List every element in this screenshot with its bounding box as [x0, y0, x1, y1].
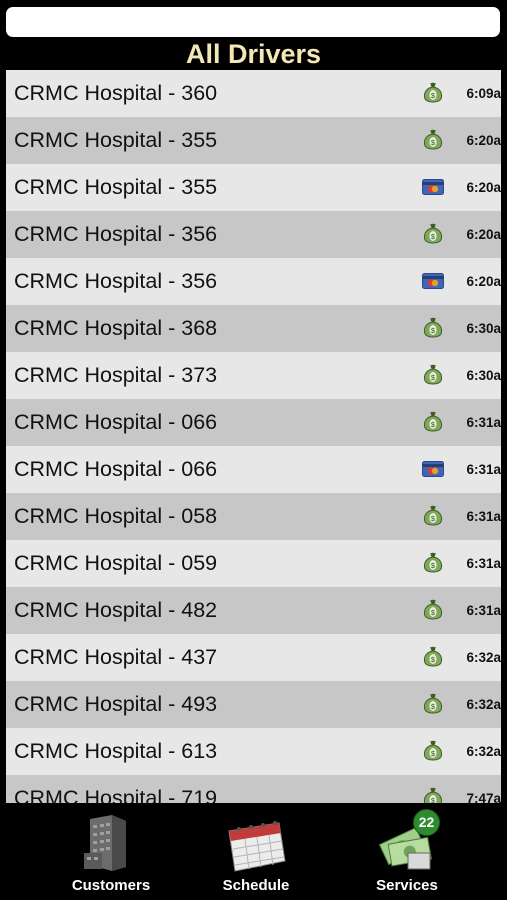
- list-item-time: 6:09a: [466, 86, 501, 101]
- tab-services-label: Services: [376, 877, 438, 894]
- svg-text:$: $: [431, 375, 435, 382]
- money-bag-icon: $: [422, 644, 444, 668]
- buildings-icon: [82, 813, 134, 878]
- money-bag-icon: $: [422, 785, 444, 803]
- list-item[interactable]: CRMC Hospital - 613 $6:32a: [6, 728, 501, 775]
- money-bag-icon: $: [422, 221, 444, 245]
- list-item[interactable]: CRMC Hospital - 719 $7:47a: [6, 775, 501, 803]
- list-item-label: CRMC Hospital - 356: [14, 222, 218, 246]
- credit-card-icon: [422, 461, 444, 485]
- drivers-list[interactable]: CRMC Hospital - 360 $6:09a CRMC Hospital -…: [6, 70, 501, 803]
- list-item-label: CRMC Hospital - 437: [14, 645, 218, 669]
- tab-bar: Customers Schedule 22 Services: [0, 803, 507, 900]
- money-bag-icon: $: [422, 503, 444, 527]
- tab-customers[interactable]: Customers: [52, 803, 170, 900]
- money-bag-icon: $: [422, 550, 444, 574]
- credit-card-icon: [422, 179, 444, 203]
- list-item-time: 6:20a: [466, 180, 501, 195]
- tab-schedule[interactable]: Schedule: [197, 803, 315, 900]
- money-bag-icon: $: [422, 691, 444, 715]
- list-item-time: 6:32a: [466, 697, 501, 712]
- list-item-time: 6:31a: [466, 509, 501, 524]
- svg-text:$: $: [431, 140, 435, 147]
- list-item-label: CRMC Hospital - 373: [14, 363, 218, 387]
- tab-customers-label: Customers: [71, 877, 151, 894]
- money-bag-icon: $: [422, 409, 444, 433]
- list-item-label: CRMC Hospital - 059: [14, 551, 218, 575]
- list-item[interactable]: CRMC Hospital - 493 $6:32a: [6, 681, 501, 728]
- list-item-time: 6:32a: [466, 650, 501, 665]
- list-item-label: CRMC Hospital - 058: [14, 504, 218, 528]
- svg-text:$: $: [431, 751, 435, 758]
- list-item[interactable]: CRMC Hospital - 355 $6:20a: [6, 117, 501, 164]
- list-item-label: CRMC Hospital - 613: [14, 739, 218, 763]
- list-item[interactable]: CRMC Hospital - 360 $6:09a: [6, 70, 501, 117]
- svg-text:$: $: [431, 328, 435, 335]
- list-item-label: CRMC Hospital - 066: [14, 410, 218, 434]
- list-item-label: CRMC Hospital - 355: [14, 128, 218, 152]
- money-bag-icon: $: [422, 127, 444, 151]
- list-item[interactable]: CRMC Hospital - 066 $6:31a: [6, 399, 501, 446]
- list-item-label: CRMC Hospital - 368: [14, 316, 218, 340]
- list-item-label: CRMC Hospital - 719: [14, 786, 218, 803]
- list-item[interactable]: CRMC Hospital - 058 $6:31a: [6, 493, 501, 540]
- list-item-time: 6:30a: [466, 321, 501, 336]
- list-item-label: CRMC Hospital - 355: [14, 175, 218, 199]
- list-item-label: CRMC Hospital - 482: [14, 598, 218, 622]
- search-bar[interactable]: [6, 7, 500, 37]
- svg-text:$: $: [431, 563, 435, 570]
- money-bag-icon: $: [422, 362, 444, 386]
- svg-text:$: $: [431, 422, 435, 429]
- list-item-time: 6:20a: [466, 133, 501, 148]
- credit-card-icon: [422, 273, 444, 297]
- money-bag-icon: $: [422, 597, 444, 621]
- list-item[interactable]: CRMC Hospital - 368 $6:30a: [6, 305, 501, 352]
- list-item-time: 6:32a: [466, 744, 501, 759]
- list-item-label: CRMC Hospital - 066: [14, 457, 218, 481]
- list-item[interactable]: CRMC Hospital - 355 6:20a: [6, 164, 501, 211]
- svg-text:$: $: [431, 704, 435, 711]
- money-bag-icon: $: [422, 80, 444, 104]
- notification-badge: 22: [413, 809, 440, 836]
- list-item-time: 6:30a: [466, 368, 501, 383]
- svg-text:$: $: [431, 93, 435, 100]
- svg-text:$: $: [431, 234, 435, 241]
- list-item-label: CRMC Hospital - 356: [14, 269, 218, 293]
- money-bag-icon: $: [422, 315, 444, 339]
- list-item-time: 7:47a: [466, 791, 501, 803]
- calendar-icon: [225, 817, 287, 878]
- svg-text:$: $: [431, 610, 435, 617]
- list-item[interactable]: CRMC Hospital - 059 $6:31a: [6, 540, 501, 587]
- money-bag-icon: $: [422, 738, 444, 762]
- list-item[interactable]: CRMC Hospital - 066 6:31a: [6, 446, 501, 493]
- svg-text:$: $: [431, 657, 435, 664]
- list-item[interactable]: CRMC Hospital - 356 6:20a: [6, 258, 501, 305]
- svg-text:$: $: [431, 516, 435, 523]
- list-item-time: 6:20a: [466, 274, 501, 289]
- tab-services[interactable]: 22 Services: [348, 803, 466, 900]
- list-item-time: 6:31a: [466, 462, 501, 477]
- list-item-time: 6:31a: [466, 603, 501, 618]
- list-item-time: 6:31a: [466, 556, 501, 571]
- tab-schedule-label: Schedule: [222, 877, 290, 894]
- list-item[interactable]: CRMC Hospital - 437 $6:32a: [6, 634, 501, 681]
- list-item[interactable]: CRMC Hospital - 482 $6:31a: [6, 587, 501, 634]
- list-item-label: CRMC Hospital - 493: [14, 692, 218, 716]
- list-item-time: 6:20a: [466, 227, 501, 242]
- list-item[interactable]: CRMC Hospital - 373 $6:30a: [6, 352, 501, 399]
- list-item-label: CRMC Hospital - 360: [14, 81, 218, 105]
- page-title: All Drivers: [185, 39, 322, 69]
- list-item-time: 6:31a: [466, 415, 501, 430]
- list-item[interactable]: CRMC Hospital - 356 $6:20a: [6, 211, 501, 258]
